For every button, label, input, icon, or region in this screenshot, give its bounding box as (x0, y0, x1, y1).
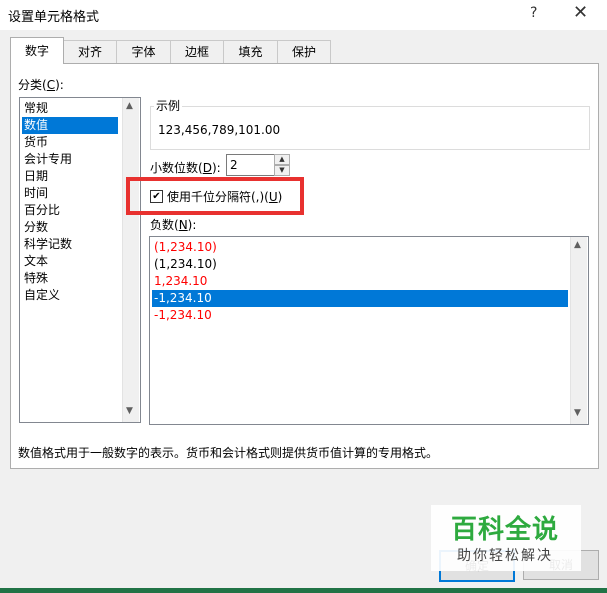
scroll-down-icon[interactable]: ▼ (126, 406, 133, 416)
negative-scrollbar[interactable]: ▲ ▼ (570, 237, 587, 424)
tab-protection[interactable]: 保护 (277, 40, 331, 63)
list-item[interactable]: 特殊 (22, 270, 48, 287)
dialog-title: 设置单元格格式 (8, 10, 100, 25)
scroll-up-icon[interactable]: ▲ (574, 240, 581, 250)
list-item[interactable]: 百分比 (22, 202, 60, 219)
sample-legend: 示例 (154, 97, 183, 114)
negative-numbers-list[interactable]: (1,234.10) (1,234.10) 1,234.10 -1,234.10… (149, 236, 589, 425)
watermark-logo-text: 百科全说 (451, 515, 560, 545)
watermark-slogan: 助你轻松解决 (457, 548, 553, 564)
format-description: 数值格式用于一般数字的表示。货币和会计格式则提供货币值计算的专用格式。 (18, 446, 439, 460)
help-button[interactable]: ? (530, 5, 537, 21)
negative-numbers-label: 负数(N): (150, 218, 197, 232)
list-item[interactable]: 货币 (22, 134, 48, 151)
thousands-separator-label[interactable]: 使用千位分隔符(,)(U) (167, 188, 282, 205)
list-item[interactable]: 常规 (22, 100, 48, 117)
scroll-up-icon[interactable]: ▲ (126, 101, 133, 111)
number-format-panel: 分类(C): 常规 数值 货币 会计专用 日期 时间 百分比 分数 科学记数 文… (10, 63, 599, 469)
list-item[interactable]: 日期 (22, 168, 48, 185)
list-item[interactable]: 会计专用 (22, 151, 72, 168)
list-item[interactable]: (1,234.10) (152, 256, 217, 273)
list-item[interactable]: (1,234.10) (152, 239, 217, 256)
list-item[interactable]: 科学记数 (22, 236, 72, 253)
title-bar: 设置单元格格式 ? ✕ (0, 0, 607, 30)
chevron-up-icon: ▲ (279, 155, 285, 163)
decimal-places-label: 小数位数(D): (150, 161, 221, 175)
tab-fill[interactable]: 填充 (223, 40, 278, 63)
tab-font[interactable]: 字体 (116, 40, 171, 63)
chevron-down-icon: ▼ (279, 166, 285, 174)
thousands-separator-checkbox[interactable]: ✔ (150, 190, 163, 203)
scroll-down-icon[interactable]: ▼ (574, 408, 581, 418)
list-item-selected[interactable]: 数值 (22, 117, 118, 134)
close-button[interactable]: ✕ (573, 2, 588, 23)
checkmark-icon: ✔ (152, 191, 161, 202)
category-scrollbar[interactable]: ▲ ▼ (122, 98, 139, 422)
list-item[interactable]: 分数 (22, 219, 48, 236)
list-item[interactable]: 1,234.10 (152, 273, 207, 290)
excel-status-strip (0, 588, 607, 593)
decimal-places-input[interactable]: 2 (226, 154, 275, 176)
tab-number[interactable]: 数字 (10, 37, 64, 64)
tab-alignment[interactable]: 对齐 (63, 40, 117, 63)
list-item-selected[interactable]: -1,234.10 (152, 290, 568, 307)
list-item[interactable]: -1,234.10 (152, 307, 212, 324)
watermark: 百科全说 助你轻松解决 (431, 505, 581, 571)
list-item[interactable]: 自定义 (22, 287, 60, 304)
sample-value: 123,456,789,101.00 (158, 123, 281, 137)
category-list[interactable]: 常规 数值 货币 会计专用 日期 时间 百分比 分数 科学记数 文本 特殊 自定… (19, 97, 141, 423)
category-label: 分类(C): (18, 78, 64, 92)
tab-border[interactable]: 边框 (170, 40, 224, 63)
spin-down-button[interactable]: ▼ (274, 165, 290, 176)
list-item[interactable]: 时间 (22, 185, 48, 202)
spin-up-button[interactable]: ▲ (274, 154, 290, 165)
list-item[interactable]: 文本 (22, 253, 48, 270)
